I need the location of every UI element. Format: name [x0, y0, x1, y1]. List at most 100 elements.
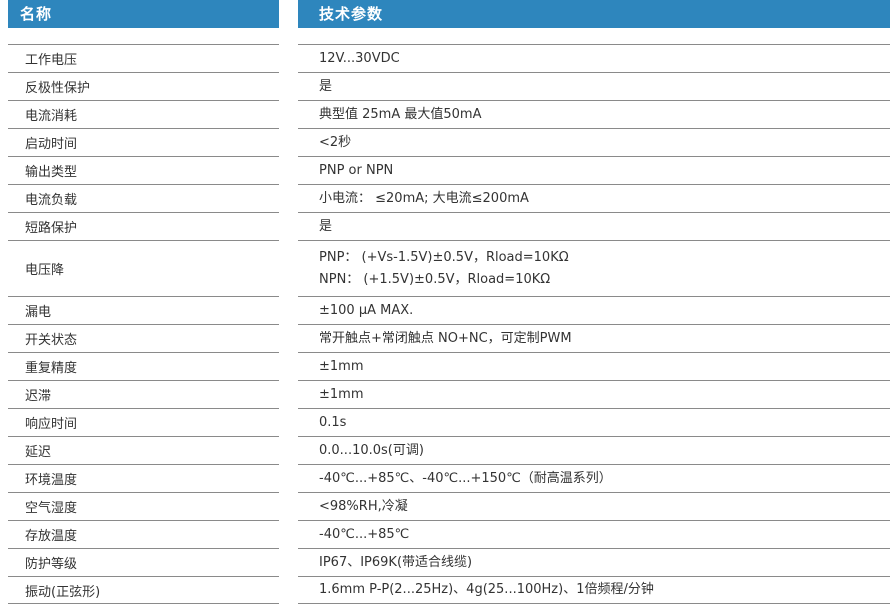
param-value: PNP or NPN — [319, 162, 394, 178]
param-value-lines: ±100 μA MAX. — [319, 300, 413, 322]
param-name: 工作电压 — [25, 53, 78, 68]
param-value-lines: 小电流： ≤20mA; 大电流≤200mA — [319, 188, 529, 210]
param-value: ±100 μA MAX. — [319, 302, 414, 318]
param-name-cell: 重复精度 — [8, 352, 279, 380]
param-name-cell: 反极性保护 — [8, 72, 279, 100]
param-name-cell: 电流负载 — [8, 184, 279, 212]
param-value-lines: 0.1s — [319, 412, 346, 434]
param-value-cell: 是 — [298, 72, 890, 100]
param-value-cell: 0.0...10.0s(可调) — [298, 436, 890, 464]
param-value-lines: 0.0...10.0s(可调) — [319, 440, 424, 462]
param-name-cell: 启动时间 — [8, 128, 279, 156]
param-value-cell: 典型值 25mA 最大值50mA — [298, 100, 890, 128]
param-value-lines: -40℃...+85℃、-40℃...+150℃（耐高温系列） — [319, 468, 612, 490]
param-name: 启动时间 — [25, 137, 78, 152]
param-name: 迟滞 — [25, 389, 52, 404]
param-name: 防护等级 — [25, 557, 78, 572]
param-name-cell: 振动(正弦形) — [8, 576, 279, 604]
header-spec: 技术参数 — [298, 0, 890, 28]
param-value: ±1mm — [319, 358, 364, 374]
param-value-lines: 典型值 25mA 最大值50mA — [319, 104, 481, 126]
parameter-name-column: 工作电压反极性保护电流消耗启动时间输出类型电流负载短路保护电压降漏电开关状态重复… — [8, 44, 279, 604]
param-value-cell: <98%RH,冷凝 — [298, 492, 890, 520]
param-value: PNP： (+Vs-1.5V)±0.5V，Rload=10KΩ — [319, 249, 569, 265]
param-name: 振动(正弦形) — [25, 584, 101, 600]
param-name-cell: 延迟 — [8, 436, 279, 464]
param-value-lines: PNP： (+Vs-1.5V)±0.5V，Rload=10KΩ NPN： (+1.… — [319, 247, 569, 291]
param-value: <2秒 — [319, 134, 352, 150]
param-name-cell: 响应时间 — [8, 408, 279, 436]
header-name: 名称 — [8, 0, 279, 28]
param-name: 短路保护 — [25, 221, 78, 236]
param-value-cell: 常开触点+常闭触点 NO+NC，可定制PWM — [298, 324, 890, 352]
param-name-cell: 开关状态 — [8, 324, 279, 352]
param-name: 环境温度 — [25, 473, 78, 488]
param-value: 小电流： ≤20mA; 大电流≤200mA — [319, 190, 529, 206]
param-name: 输出类型 — [25, 165, 78, 180]
param-value-cell: ±100 μA MAX. — [298, 296, 890, 324]
param-value-lines: <2秒 — [319, 132, 351, 154]
param-name: 空气湿度 — [25, 501, 78, 516]
param-value: 12V...30VDC — [319, 50, 400, 66]
param-value: <98%RH,冷凝 — [319, 498, 408, 514]
param-value: 是 — [319, 78, 333, 94]
param-value: 典型值 25mA 最大值50mA — [319, 106, 482, 122]
param-value-lines: PNP or NPN — [319, 160, 393, 182]
param-value-lines: <98%RH,冷凝 — [319, 496, 408, 518]
param-value: -40℃...+85℃、-40℃...+150℃（耐高温系列） — [319, 470, 612, 486]
parameter-value-column: 12V...30VDC 是典型值 25mA 最大值50mA <2秒 PNP or NP… — [298, 44, 890, 604]
param-name: 反极性保护 — [25, 81, 91, 96]
param-value-cell: IP67、IP69K(带适合线缆) — [298, 548, 890, 576]
param-name: 延迟 — [25, 445, 52, 460]
param-value-cell: -40℃...+85℃、-40℃...+150℃（耐高温系列） — [298, 464, 890, 492]
param-name-cell: 输出类型 — [8, 156, 279, 184]
param-value-lines: ±1mm — [319, 356, 364, 378]
param-value-lines: -40℃...+85℃ — [319, 524, 409, 546]
param-value-cell: 是 — [298, 212, 890, 240]
param-value-lines: 常开触点+常闭触点 NO+NC，可定制PWM — [319, 328, 572, 350]
param-value-cell: 0.1s — [298, 408, 890, 436]
param-name-cell: 存放温度 — [8, 520, 279, 548]
param-value-cell: 1.6mm P-P(2...25Hz)、4g(25...100Hz)、1倍频程/… — [298, 576, 890, 604]
param-name: 电流消耗 — [25, 109, 78, 124]
param-name: 存放温度 — [25, 529, 78, 544]
param-name: 响应时间 — [25, 417, 78, 432]
param-value-lines: 是 — [319, 76, 332, 98]
param-name-cell: 电流消耗 — [8, 100, 279, 128]
param-value: 0.0...10.0s(可调) — [319, 442, 424, 458]
param-value-cell: 小电流： ≤20mA; 大电流≤200mA — [298, 184, 890, 212]
param-value: 0.1s — [319, 414, 347, 430]
param-name-cell: 迟滞 — [8, 380, 279, 408]
param-value-lines: IP67、IP69K(带适合线缆) — [319, 552, 472, 574]
param-name: 电压降 — [25, 263, 65, 278]
param-value: 常开触点+常闭触点 NO+NC，可定制PWM — [319, 330, 572, 346]
param-value-lines: ±1mm — [319, 384, 364, 406]
param-value: -40℃...+85℃ — [319, 526, 410, 542]
param-value-cell: PNP or NPN — [298, 156, 890, 184]
param-name-cell: 短路保护 — [8, 212, 279, 240]
param-value-cell: ±1mm — [298, 380, 890, 408]
param-name-cell: 电压降 — [8, 240, 279, 296]
param-value-cell: PNP： (+Vs-1.5V)±0.5V，Rload=10KΩ NPN： (+1.… — [298, 240, 890, 296]
param-name-cell: 环境温度 — [8, 464, 279, 492]
param-value: IP67、IP69K(带适合线缆) — [319, 554, 473, 570]
param-value-cell: ±1mm — [298, 352, 890, 380]
param-value-lines: 12V...30VDC — [319, 48, 400, 70]
param-name: 开关状态 — [25, 333, 78, 348]
param-value-cell: -40℃...+85℃ — [298, 520, 890, 548]
param-value: 1.6mm P-P(2...25Hz)、4g(25...100Hz)、1倍频程/… — [319, 582, 654, 597]
param-value: ±1mm — [319, 386, 364, 402]
param-name-cell: 工作电压 — [8, 44, 279, 72]
param-name-cell: 防护等级 — [8, 548, 279, 576]
param-name-cell: 漏电 — [8, 296, 279, 324]
param-value: NPN： (+1.5V)±0.5V，Rload=10KΩ — [319, 271, 551, 287]
param-value-cell: <2秒 — [298, 128, 890, 156]
param-name: 重复精度 — [25, 361, 78, 376]
param-value: 是 — [319, 218, 333, 234]
param-name: 电流负载 — [25, 193, 78, 208]
param-value-lines: 1.6mm P-P(2...25Hz)、4g(25...100Hz)、1倍频程/… — [319, 579, 654, 601]
param-value-cell: 12V...30VDC — [298, 44, 890, 72]
param-name: 漏电 — [25, 305, 52, 320]
param-name-cell: 空气湿度 — [8, 492, 279, 520]
param-value-lines: 是 — [319, 216, 332, 238]
